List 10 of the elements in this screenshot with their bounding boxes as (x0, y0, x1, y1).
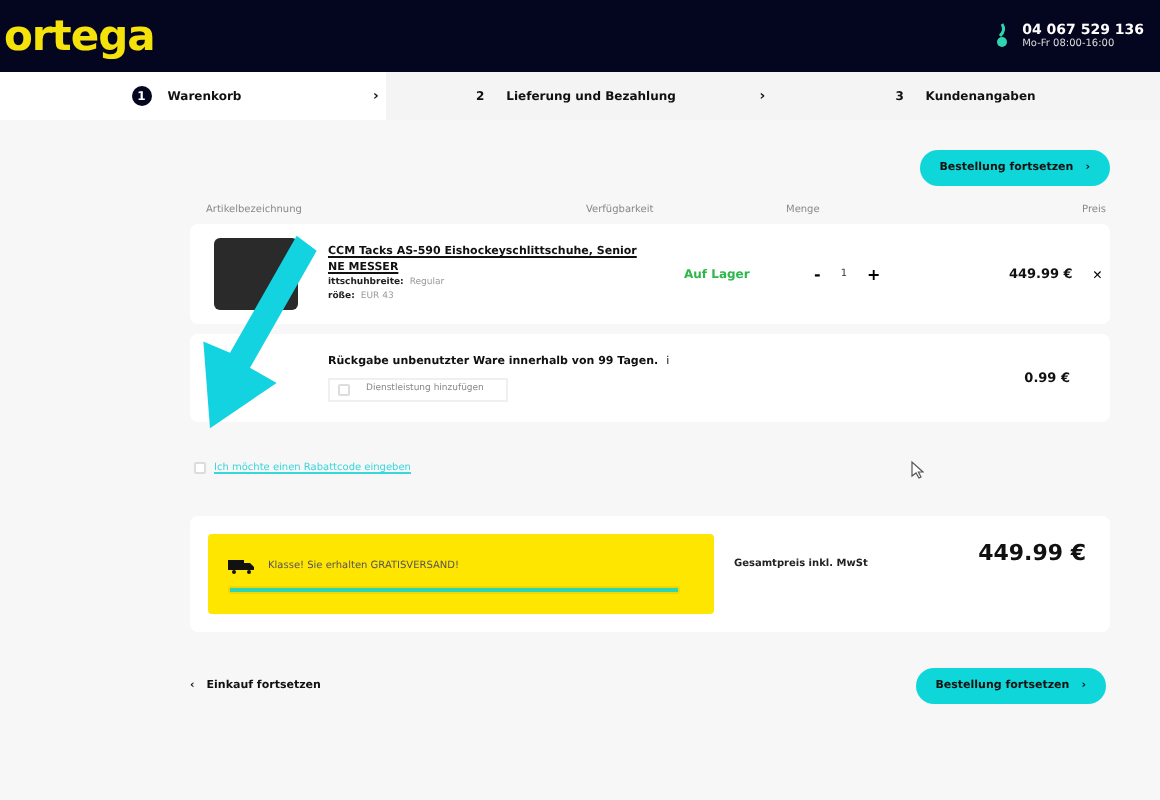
truck-icon (228, 558, 254, 574)
increase-button[interactable]: + (867, 265, 881, 283)
total-price: 449.99 € (978, 540, 1086, 566)
checkbox[interactable] (338, 383, 350, 395)
remove-button[interactable]: × (1092, 265, 1102, 283)
phone-icon (994, 22, 1011, 50)
cursor-icon (910, 460, 924, 480)
decrease-button[interactable]: - (814, 265, 821, 283)
logo[interactable]: ortega (4, 12, 155, 60)
checkbox[interactable] (194, 462, 206, 474)
